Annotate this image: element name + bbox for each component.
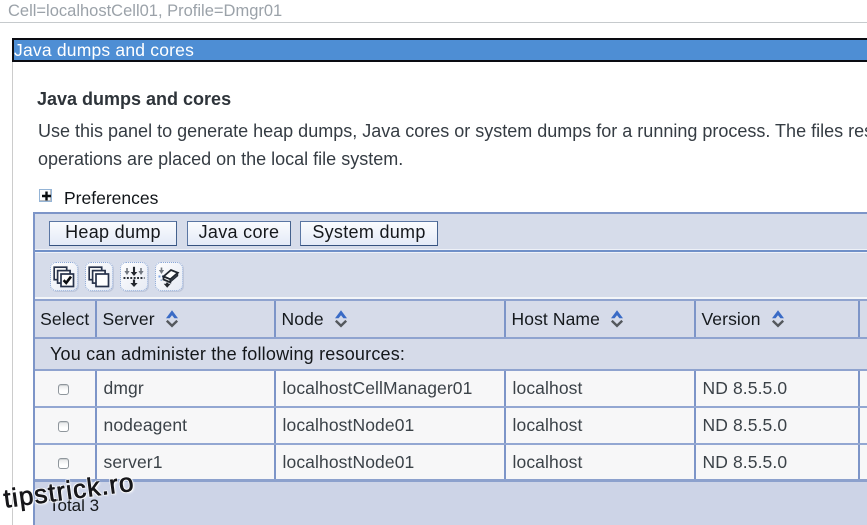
left-page-border	[12, 62, 13, 525]
description-line-2: operations are placed on the local file …	[38, 149, 404, 169]
column-header-extra	[857, 301, 867, 337]
table-row-nodeagent: nodeagent localhostNode01 localhost ND 8…	[35, 408, 867, 443]
row-checkbox[interactable]	[57, 457, 69, 469]
show-filter-icon[interactable]	[120, 262, 148, 291]
cell-node: localhostCellManager01	[273, 371, 504, 406]
row-checkbox-cell	[35, 371, 95, 406]
cell-version: ND 8.5.5.0	[693, 445, 858, 479]
cell-version: ND 8.5.5.0	[693, 408, 858, 443]
table-header-row: Select Server Node Host Name Version	[35, 299, 867, 337]
preferences-label: Preferences	[64, 188, 159, 208]
cell-host: localhost	[503, 445, 694, 479]
table-button-toolbar: Heap dump Java core System dump	[35, 214, 867, 250]
top-divider	[0, 22, 867, 23]
panel-title-bar: Java dumps and cores	[12, 38, 867, 62]
row-checkbox[interactable]	[57, 384, 69, 395]
sort-icon[interactable]	[165, 309, 179, 329]
description-line-1: Use this panel to generate heap dumps, J…	[38, 121, 867, 141]
heap-dump-button[interactable]: Heap dump	[49, 221, 177, 246]
java-core-button[interactable]: Java core	[187, 221, 291, 246]
column-header-select: Select	[35, 301, 95, 337]
expand-plus-icon[interactable]	[39, 189, 52, 202]
table-row-server1: server1 localhostNode01 localhost ND 8.5…	[35, 445, 867, 479]
row-checkbox[interactable]	[57, 421, 69, 432]
cell-node: localhostNode01	[273, 445, 504, 479]
cell-server: nodeagent	[94, 408, 274, 443]
sort-icon[interactable]	[610, 309, 624, 329]
cell-host: localhost	[503, 371, 694, 406]
cell-host: localhost	[503, 408, 694, 443]
page-title: Java dumps and cores	[37, 89, 232, 109]
table-footer-total: Total 3	[35, 479, 867, 525]
clear-filter-icon[interactable]	[155, 262, 183, 291]
deselect-all-icon[interactable]	[85, 262, 113, 291]
column-header-server[interactable]: Server	[94, 301, 274, 337]
table-row-dmgr: dmgr localhostCellManager01 localhost ND…	[35, 371, 867, 406]
column-header-version[interactable]: Version	[693, 301, 858, 337]
breadcrumb: Cell=localhostCell01, Profile=Dmgr01	[8, 2, 283, 20]
server-table: Heap dump Java core System dump Select S…	[33, 212, 867, 525]
cell-version: ND 8.5.5.0	[693, 371, 858, 406]
sort-icon[interactable]	[334, 309, 348, 329]
column-header-hostname[interactable]: Host Name	[503, 301, 694, 337]
select-all-icon[interactable]	[50, 262, 78, 291]
system-dump-button[interactable]: System dump	[300, 221, 438, 246]
column-header-node[interactable]: Node	[273, 301, 504, 337]
table-icon-toolbar	[35, 252, 867, 297]
cell-node: localhostNode01	[273, 408, 504, 443]
cell-server: dmgr	[94, 371, 274, 406]
table-caption-row: You can administer the following resourc…	[35, 339, 867, 369]
sort-icon[interactable]	[771, 309, 785, 329]
row-checkbox-cell	[35, 408, 95, 443]
